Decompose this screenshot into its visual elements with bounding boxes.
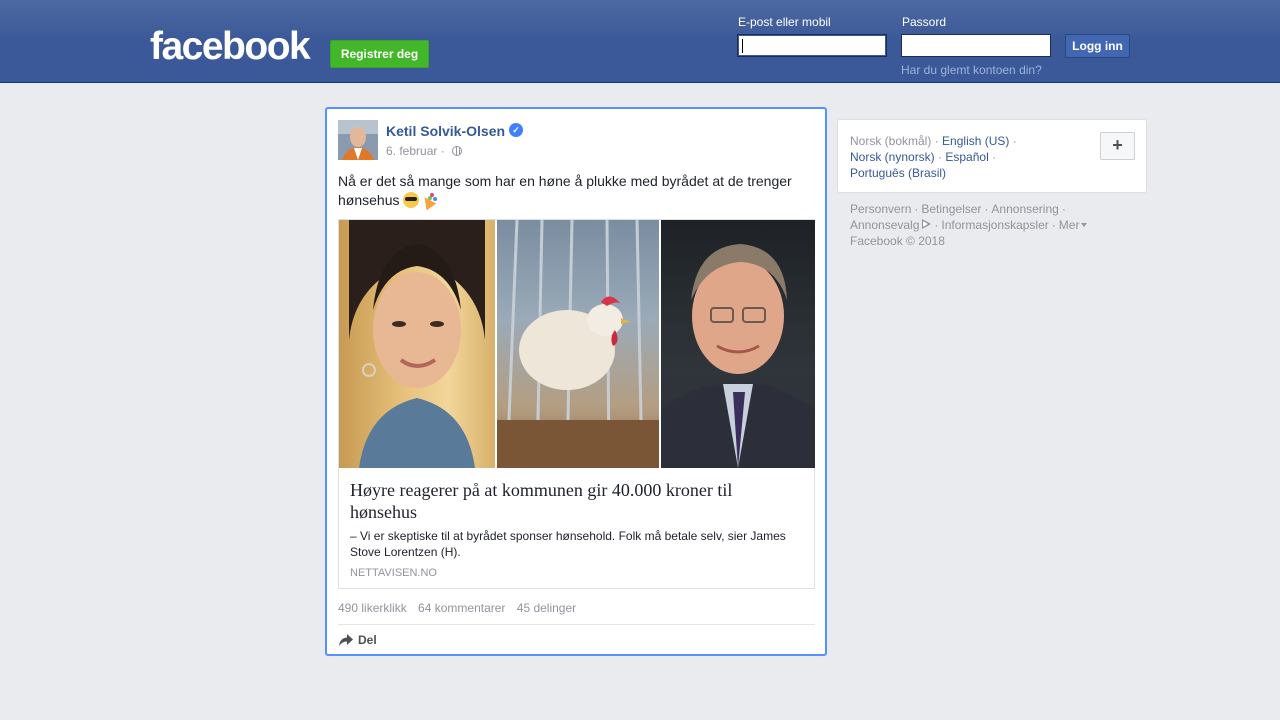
chevron-down-icon: [1081, 223, 1088, 227]
email-label: E-post eller mobil: [738, 15, 831, 29]
post-author[interactable]: Ketil Solvik-Olsen: [386, 123, 505, 139]
avatar[interactable]: [338, 120, 378, 160]
footer-link-terms[interactable]: Betingelser: [921, 202, 981, 216]
comments-count[interactable]: 64 kommentarer: [418, 601, 505, 615]
post-card: Ketil Solvik-Olsen ✓ 6. februar · Nå er …: [325, 107, 827, 656]
share-arrow-icon: [339, 634, 353, 646]
language-option-espanol[interactable]: Español: [945, 150, 988, 164]
link-domain: NETTAVISEN.NO: [350, 567, 437, 579]
preview-image-hen: [497, 220, 659, 468]
likes-count[interactable]: 490 likerklikk: [338, 601, 407, 615]
share-label: Del: [358, 633, 377, 647]
password-field[interactable]: [901, 34, 1051, 57]
shares-count[interactable]: 45 delinger: [517, 601, 576, 615]
footer-links: Personvern · Betingelser · Annonsering · Anno…: [850, 201, 1140, 249]
text-caret: [742, 39, 743, 53]
language-separator: ·: [1012, 134, 1017, 148]
sunglasses-emoji-icon: [403, 192, 420, 208]
preview-image-man: [661, 220, 815, 468]
email-field[interactable]: [737, 34, 887, 57]
language-separator: ·: [992, 150, 997, 164]
language-option-nynorsk[interactable]: Norsk (nynorsk): [850, 150, 935, 164]
footer-link-adchoices[interactable]: Annonsevalg: [850, 218, 919, 232]
footer-link-advertising[interactable]: Annonsering: [991, 202, 1058, 216]
party-popper-emoji-icon: [420, 192, 436, 208]
language-list: Norsk (bokmål) · English (US) · Norsk (n…: [850, 133, 1100, 181]
language-separator: ·: [938, 150, 943, 164]
language-selector: Norsk (bokmål) · English (US) · Norsk (n…: [837, 119, 1147, 193]
language-option-portugues[interactable]: Português (Brasil): [850, 166, 946, 180]
add-language-button[interactable]: +: [1100, 132, 1135, 160]
link-preview[interactable]: Høyre reagerer på at kommunen gir 40.000…: [338, 219, 815, 589]
divider: [338, 624, 815, 625]
adchoices-icon: [922, 219, 932, 229]
preview-image-woman: [339, 220, 495, 468]
copyright: Facebook © 2018: [850, 234, 945, 248]
verified-badge-icon: ✓: [509, 123, 523, 137]
top-bar: facebook Registrer deg E-post eller mobi…: [0, 0, 1280, 83]
footer-link-more[interactable]: Mer: [1059, 218, 1080, 232]
footer-link-privacy[interactable]: Personvern: [850, 202, 911, 216]
meta-separator: ·: [440, 144, 445, 158]
footer-link-cookies[interactable]: Informasjonskapsler: [941, 218, 1048, 232]
globe-icon: [452, 146, 463, 156]
forgot-account-link[interactable]: Har du glemt kontoen din?: [901, 63, 1042, 77]
link-description: – Vi er skeptiske til at byrådet sponser…: [350, 529, 786, 559]
post-text: Nå er det så mange som har en høne å plu…: [338, 172, 808, 210]
post-date[interactable]: 6. februar: [386, 144, 437, 158]
language-separator: ·: [934, 134, 939, 148]
post-stats: 490 likerklikk 64 kommentarer 45 delinge…: [338, 601, 584, 615]
post-meta: 6. februar ·: [386, 144, 463, 158]
link-title[interactable]: Høyre reagerer på at kommunen gir 40.000…: [350, 479, 790, 523]
signup-button[interactable]: Registrer deg: [330, 40, 429, 68]
language-current: Norsk (bokmål): [850, 134, 932, 148]
login-button[interactable]: Logg inn: [1065, 34, 1130, 58]
facebook-logo[interactable]: facebook: [150, 26, 311, 68]
language-option-english[interactable]: English (US): [942, 134, 1009, 148]
share-button[interactable]: Del: [338, 633, 377, 647]
password-label: Passord: [902, 15, 947, 29]
